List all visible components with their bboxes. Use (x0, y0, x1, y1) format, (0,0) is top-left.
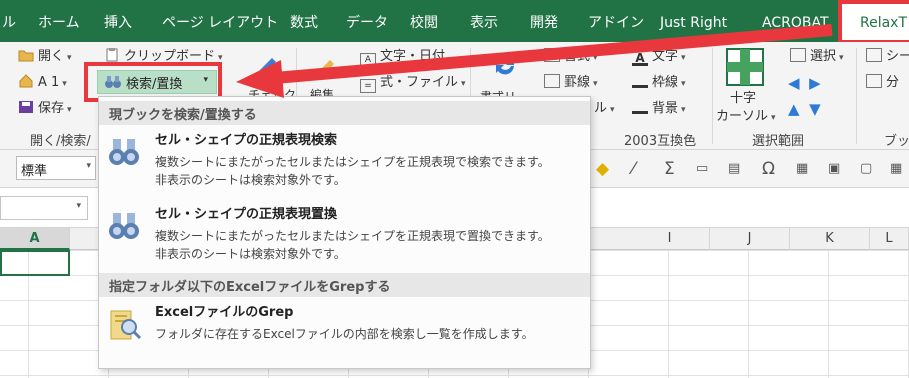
tab-addins[interactable]: アドイン (588, 10, 644, 36)
open-button[interactable]: 開く ▾ (18, 48, 72, 67)
textbox-icon[interactable]: ▤ (728, 160, 740, 178)
edit-icon (314, 60, 334, 80)
chevron-down-icon: ▾ (67, 53, 72, 63)
tab-just-right[interactable]: Just Right (660, 10, 727, 36)
chevron-down-icon: ▾ (86, 161, 91, 171)
sheet-button[interactable]: シー (866, 48, 909, 66)
table-icon[interactable]: ▦ (796, 160, 808, 178)
tab-acrobat[interactable]: ACROBAT (762, 10, 829, 36)
tab-insert[interactable]: 挿入 (104, 10, 132, 36)
menu-section-header: 指定フォルダ以下のExcelファイルをGrepする (99, 273, 590, 297)
column-header-j[interactable]: J (710, 228, 790, 250)
border-icon (544, 74, 560, 88)
pencil-icon (250, 58, 276, 82)
save-icon (19, 101, 33, 113)
select-button[interactable]: 選択 ▾ (790, 48, 844, 67)
chevron-down-icon: ▾ (681, 105, 686, 115)
binoculars-icon (109, 139, 139, 165)
menu-item-regex-search[interactable]: セル・シェイプの正規表現検索 複数シートにまたがったセルまたはシェイプを正規表現… (99, 131, 590, 193)
column-header-i[interactable]: I (630, 228, 710, 250)
a1-button[interactable]: A 1 ▾ (18, 74, 67, 93)
cross-cursor-icon (726, 48, 764, 86)
chevron-down-icon: ▾ (67, 105, 72, 115)
menu-section-header: 現ブックを検索/置換する (99, 101, 590, 125)
column-header-k[interactable]: K (790, 228, 870, 250)
home-icon (19, 74, 33, 88)
ribbon-separator (712, 48, 713, 144)
style-button[interactable]: ル ▾ (594, 100, 615, 119)
style-select[interactable]: 標準 ▾ (16, 156, 96, 180)
omega-icon[interactable]: Ω (762, 160, 775, 178)
group-label-select-range: 選択範囲 (752, 134, 805, 149)
column-header-a[interactable]: A (0, 228, 70, 250)
fill-icon (632, 100, 648, 114)
border-button[interactable]: 罫線 ▾ (544, 74, 598, 93)
tab-home[interactable]: ホーム (38, 10, 80, 36)
format-button[interactable]: 書式 ▾ (544, 48, 598, 67)
formula-file-button[interactable]: = 式・ファイル ▾ (360, 74, 466, 93)
chevron-down-icon: ▾ (681, 53, 686, 63)
font-color-icon: A (632, 52, 648, 66)
tab-relaxtools-label: RelaxT (860, 15, 908, 31)
chevron-down-icon: ▾ (839, 53, 844, 63)
note-icon[interactable]: ▭ (696, 160, 708, 178)
pen-icon (632, 74, 648, 88)
arrow-up-down-icons[interactable]: ▲ ▼ (788, 100, 821, 118)
group-label-open-search: 開く/検索/ (30, 134, 91, 149)
chevron-down-icon: ▾ (610, 105, 615, 115)
tab-page-layout[interactable]: ページ レイアウト (162, 10, 278, 36)
refresh-icon (496, 55, 514, 75)
chevron-down-icon: ▾ (62, 79, 67, 89)
chevron-down-icon: ▾ (771, 113, 776, 123)
sigma-icon[interactable]: Σ (664, 160, 675, 178)
tab-formulas[interactable]: 数式 (290, 10, 318, 36)
tab-view[interactable]: 表示 (470, 10, 498, 36)
binoculars-icon (109, 213, 139, 239)
text-date-button[interactable]: A 文字・日付 (360, 48, 445, 67)
chart-icon[interactable]: ▣ (828, 160, 840, 178)
tab-file[interactable]: ル (2, 10, 16, 36)
text-color-button[interactable]: A 文字 ▾ (632, 48, 686, 67)
grid-icon[interactable]: ▦ (890, 160, 902, 178)
grid-icon (544, 48, 560, 62)
tab-review[interactable]: 校閲 (410, 10, 438, 36)
background-button[interactable]: 背景 ▾ (632, 100, 686, 119)
menu-item-excel-grep[interactable]: ExcelファイルのGrep フォルダに存在するExcelファイルの内部を検索し… (99, 303, 590, 351)
tab-developer[interactable]: 開発 (530, 10, 558, 36)
border-line-button[interactable]: 枠線 ▾ (632, 74, 686, 93)
save-button[interactable]: 保存 ▾ (18, 100, 72, 119)
clipboard-icon (106, 48, 118, 62)
chevron-down-icon: ▾ (593, 79, 598, 89)
cross-cursor-button[interactable]: カーソル ▾ (716, 108, 776, 127)
group-label-book: ブック (884, 134, 909, 149)
cross-label: 十字 (730, 91, 757, 106)
formula-icon: = (360, 79, 376, 93)
chevron-down-icon: ▾ (681, 79, 686, 89)
chevron-down-icon: ▾ (593, 53, 598, 63)
chevron-down-icon: ▾ (76, 201, 81, 211)
dropper-icon[interactable]: ⁄ (632, 160, 635, 178)
tab-data[interactable]: データ (346, 10, 388, 36)
column-header-l[interactable]: L (870, 228, 909, 250)
sheet-icon (866, 48, 882, 62)
text-format-icon: A (360, 53, 376, 67)
tab-relaxtools[interactable]: RelaxT (838, 0, 909, 44)
search-replace-menu: 現ブックを検索/置換する セル・シェイプの正規表現検索 複数シートにまたがったセ… (98, 96, 591, 369)
paint-bucket-icon[interactable]: ◆ (596, 160, 609, 178)
split-icon (866, 74, 882, 88)
name-box[interactable]: ▾ (0, 196, 88, 220)
camera-icon[interactable]: ▢ (860, 160, 872, 178)
folder-icon (18, 50, 34, 62)
chevron-down-icon: ▾ (461, 79, 466, 89)
menu-item-regex-replace[interactable]: セル・シェイプの正規表現置換 複数シートにまたがったセルまたはシェイプを正規表現… (99, 205, 590, 267)
split-button[interactable]: 分 (866, 74, 899, 92)
selected-cell[interactable] (0, 250, 70, 276)
ribbon-separator (856, 48, 857, 144)
folder-search-icon (110, 310, 142, 340)
arrow-left-right-icons[interactable]: ◀ ▶ (788, 74, 821, 92)
ribbon-tab-bar: ル ホーム 挿入 ページ レイアウト 数式 データ 校閲 表示 開発 アドイン … (0, 0, 909, 44)
group-label-compat: 2003互換色 (624, 134, 697, 149)
select-icon (790, 48, 806, 62)
